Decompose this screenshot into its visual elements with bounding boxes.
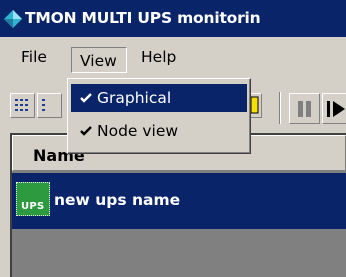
grid-view-button[interactable] xyxy=(10,93,35,118)
list-view-button[interactable] xyxy=(37,93,62,118)
view-dropdown-menu: Graphical Node view xyxy=(67,78,251,154)
ups-icon-label: UPS xyxy=(21,201,45,212)
title-bar: TMON MULTI UPS monitorin xyxy=(0,0,346,37)
menu-file[interactable]: File xyxy=(21,48,47,66)
pause-button[interactable] xyxy=(289,93,320,124)
diamond-logo-icon xyxy=(4,10,22,28)
menu-item-graphical[interactable]: Graphical xyxy=(71,84,247,112)
list-view-icon xyxy=(42,99,45,111)
ups-name: new ups name xyxy=(54,191,181,209)
menu-bar: File View Help xyxy=(0,37,346,76)
play-button[interactable] xyxy=(322,93,346,124)
checkmark-icon xyxy=(80,126,92,136)
menu-view[interactable]: View xyxy=(71,47,127,73)
menu-item-node-view[interactable]: Node view xyxy=(71,117,247,145)
menu-help[interactable]: Help xyxy=(141,48,176,66)
toolbar-separator xyxy=(279,92,281,124)
menu-item-label: Graphical xyxy=(97,89,172,107)
checkmark-icon xyxy=(80,93,92,103)
pause-icon xyxy=(298,101,311,117)
menu-item-label: Node view xyxy=(97,122,179,140)
window-title: TMON MULTI UPS monitorin xyxy=(25,9,261,27)
ups-icon: UPS xyxy=(16,182,50,216)
play-icon xyxy=(327,101,345,117)
grid-view-icon xyxy=(15,99,28,111)
list-item[interactable]: UPS new ups name xyxy=(12,173,346,229)
ups-list[interactable]: Name UPS new ups name xyxy=(10,133,346,277)
